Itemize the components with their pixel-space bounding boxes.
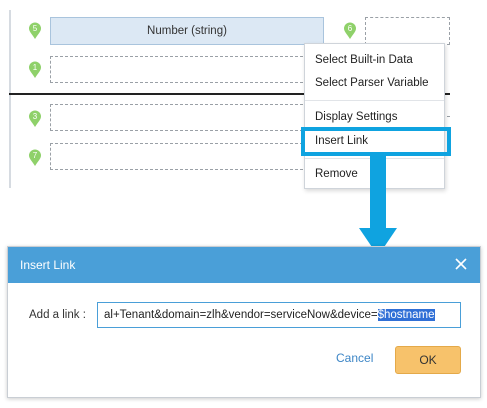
menu-item-remove[interactable]: Remove bbox=[315, 168, 358, 180]
pin-number: 3 bbox=[33, 112, 38, 121]
location-pin-icon[interactable]: 5 bbox=[28, 22, 42, 40]
location-pin-icon[interactable]: 3 bbox=[28, 110, 42, 128]
pin-number: 1 bbox=[33, 63, 38, 72]
pin-number: 7 bbox=[33, 151, 38, 160]
empty-field[interactable] bbox=[50, 104, 308, 131]
ok-button[interactable]: OK bbox=[395, 346, 461, 374]
pin-number: 5 bbox=[33, 24, 38, 33]
close-icon[interactable] bbox=[454, 257, 468, 271]
section-divider bbox=[9, 93, 311, 95]
dialog-title: Insert Link bbox=[20, 258, 76, 272]
pin-number: 6 bbox=[348, 24, 353, 33]
menu-item-display-settings[interactable]: Display Settings bbox=[315, 111, 397, 123]
link-label: Add a link : bbox=[29, 309, 86, 321]
location-pin-icon[interactable]: 7 bbox=[28, 149, 42, 167]
link-input-text: al+Tenant&domain=zlh&vendor=serviceNow&d… bbox=[104, 309, 378, 321]
report-canvas: 5 Number (string) 6 1 3 7 Select Built-i… bbox=[0, 0, 487, 190]
menu-item-select-built-in-data[interactable]: Select Built-in Data bbox=[315, 54, 413, 66]
empty-field[interactable] bbox=[50, 143, 308, 170]
insert-link-highlight bbox=[301, 127, 451, 156]
location-pin-icon[interactable]: 6 bbox=[343, 22, 357, 40]
insert-link-dialog: Insert Link Add a link : al+Tenant&domai… bbox=[7, 246, 481, 398]
left-rule bbox=[9, 10, 11, 188]
location-pin-icon[interactable]: 1 bbox=[28, 61, 42, 79]
link-input[interactable]: al+Tenant&domain=zlh&vendor=serviceNow&d… bbox=[97, 302, 461, 328]
empty-field[interactable] bbox=[365, 17, 450, 45]
menu-item-select-parser-variable[interactable]: Select Parser Variable bbox=[315, 77, 429, 89]
selected-text: $hostname bbox=[377, 309, 435, 321]
cancel-button[interactable]: Cancel bbox=[336, 351, 373, 365]
menu-separator bbox=[305, 100, 444, 101]
number-field[interactable]: Number (string) bbox=[50, 17, 324, 45]
number-field-label: Number (string) bbox=[147, 25, 227, 37]
dialog-header: Insert Link bbox=[8, 247, 480, 283]
empty-field[interactable] bbox=[50, 56, 308, 83]
